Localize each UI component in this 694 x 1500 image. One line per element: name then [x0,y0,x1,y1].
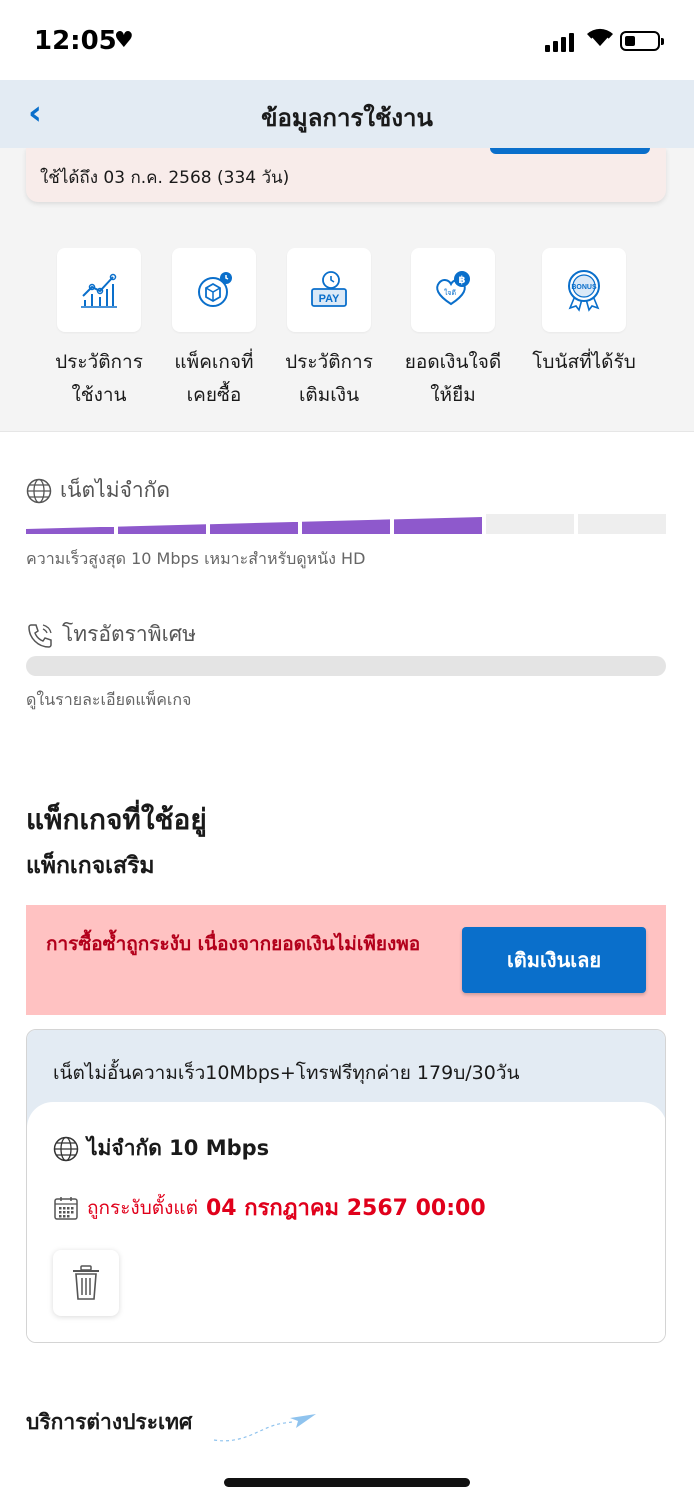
usage-segment-filled [118,524,206,534]
page-title: ข้อมูลการใช้งาน [261,104,433,132]
call-title-text: โทรอัตราพิเศษ [62,622,196,646]
airplane-icon [213,1414,316,1442]
blocked-prefix: ถูกระงับตั้งแต่ [87,1196,198,1219]
package-feature: ไม่จำกัด 10 Mbps [53,1132,269,1165]
pay-history-icon: PAY [311,271,347,307]
wifi-icon [587,28,613,49]
call-description: ดูในรายละเอียดแพ็คเกจ [26,690,192,709]
phone-icon [28,623,52,648]
usage-segment-empty [578,514,666,534]
menu-loan-balance[interactable]: ฿ ใจดี ยอดเงินใจดี ให้ยืม [388,248,518,412]
menu-label: แพ็คเกจที่ เคยซื้อ [174,351,254,406]
menu-tile[interactable] [172,248,256,332]
internet-usage-bar [26,514,666,534]
signal-icon [545,32,574,52]
usage-segment-filled [302,519,390,534]
menu-tile[interactable] [57,248,141,332]
svg-text:PAY: PAY [319,293,340,305]
call-usage-bar [26,656,666,676]
battery-icon [620,31,664,51]
package-card-body: ไม่จำกัด 10 Mbps ถูกระงับตั้งแต่ 04 กรกฎ… [27,1102,665,1342]
package-card: เน็ตไม่อั้นความเร็ว10Mbps+โทรฟรีทุกค่าย … [26,1029,666,1343]
menu-tile[interactable]: ฿ ใจดี [411,248,495,332]
usage-segment-filled [394,517,482,534]
menu-label: ประวัติการ ใช้งาน [55,351,143,406]
internet-description: ความเร็วสูงสุด 10 Mbps เหมาะสำหรับดูหนัง… [26,549,366,568]
usage-chart-icon [81,273,117,308]
usage-segment-filled [210,521,298,534]
menu-usage-history[interactable]: ประวัติการ ใช้งาน [34,248,164,412]
svg-text:ใจดี: ใจดี [444,288,456,297]
trash-icon [73,1265,99,1300]
menu-label: โบนัสที่ได้รับ [532,351,636,373]
usage-segment-filled [26,526,114,534]
menu-purchased-packages[interactable]: แพ็คเกจที่ เคยซื้อ [149,248,279,412]
globe-icon [53,1136,79,1161]
package-feature-text: ไม่จำกัด 10 Mbps [87,1136,270,1160]
bonus-badge-icon: BONUS [568,270,600,312]
globe-icon [26,478,52,503]
internet-title-text: เน็ตไม่จำกัด [60,478,171,502]
calendar-icon [54,1196,78,1220]
delete-package-button[interactable] [53,1250,119,1316]
nav-bar: ‹ ข้อมูลการใช้งาน [0,80,694,148]
package-name: เน็ตไม่อั้นความเร็ว10Mbps+โทรฟรีทุกค่าย … [53,1062,520,1084]
package-history-icon [198,272,232,307]
svg-text:฿: ฿ [459,275,466,286]
insufficient-balance-alert: การซื้อซ้ำถูกระงับ เนื่องจากยอดเงินไม่เพ… [26,905,666,1015]
menu-label: ยอดเงินใจดี ให้ยืม [404,351,502,406]
heart-icon: ♥ [114,28,134,53]
loan-heart-icon: ฿ ใจดี [436,271,470,306]
status-time: 12:05 [34,26,117,56]
menu-topup-history[interactable]: PAY ประวัติการ เติมเงิน [264,248,394,412]
menu-tile[interactable]: PAY [287,248,371,332]
internet-title: เน็ตไม่จำกัด [26,474,170,507]
topup-now-button[interactable]: เติมเงินเลย [462,927,646,993]
menu-bonus[interactable]: BONUS โบนัสที่ได้รับ [519,248,649,379]
international-title: บริการต่างประเทศ [26,1410,193,1434]
usage-segment-empty [486,514,574,534]
validity-card: ใช้ได้ถึง 03 ก.ค. 2568 (334 วัน) [26,142,666,202]
status-bar: 12:05 ♥ [0,0,694,80]
packages-heading: แพ็กเกจที่ใช้อยู่ [26,803,207,836]
package-blocked-status: ถูกระงับตั้งแต่ 04 กรกฎาคม 2567 00:00 [53,1190,486,1225]
menu-label: ประวัติการ เติมเงิน [285,351,373,406]
menu-tile[interactable]: BONUS [542,248,626,332]
home-indicator [224,1478,470,1487]
packages-subheading: แพ็กเกจเสริม [26,853,155,879]
validity-text: ใช้ได้ถึง 03 ก.ค. 2568 (334 วัน) [40,168,290,188]
alert-text: การซื้อซ้ำถูกระงับ เนื่องจากยอดเงินไม่เพ… [46,933,421,955]
svg-text:BONUS: BONUS [571,284,597,291]
call-title: โทรอัตราพิเศษ [26,618,196,651]
summary-section: ใช้ได้ถึง 03 ก.ค. 2568 (334 วัน) ประวัติ [0,142,694,432]
blocked-date: 04 กรกฎาคม 2567 00:00 [205,1196,486,1221]
